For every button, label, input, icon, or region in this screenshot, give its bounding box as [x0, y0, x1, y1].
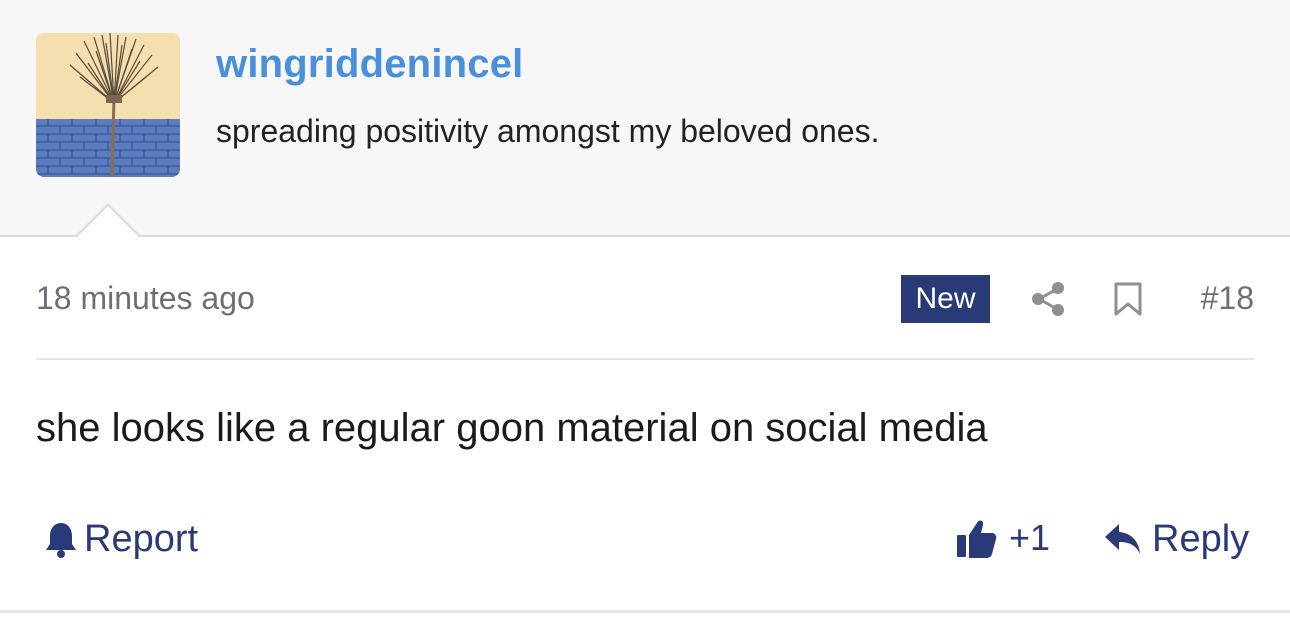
user-title: spreading positivity amongst my beloved …	[216, 113, 880, 149]
post-timestamp[interactable]: 18 minutes ago	[36, 280, 255, 317]
avatar-image	[36, 33, 180, 177]
share-icon[interactable]	[1030, 281, 1066, 317]
avatar[interactable]	[36, 33, 180, 177]
forum-post: wingriddenincel spreading positivity amo…	[0, 0, 1290, 631]
bookmark-icon[interactable]	[1113, 282, 1143, 316]
reply-arrow-icon	[1105, 524, 1140, 554]
like-button[interactable]: +1	[955, 514, 1050, 562]
like-count: +1	[1009, 517, 1051, 558]
report-label: Report	[84, 517, 199, 560]
thumbs-up-icon	[957, 520, 997, 558]
reply-label: Reply	[1152, 517, 1250, 560]
user-info-block: wingriddenincel spreading positivity amo…	[0, 0, 1290, 238]
new-badge: New	[901, 275, 990, 323]
post-body-text: she looks like a regular goon material o…	[36, 406, 988, 450]
post-bottom-border	[0, 610, 1290, 613]
username-link[interactable]: wingriddenincel	[216, 42, 523, 87]
reply-button[interactable]: Reply	[1104, 515, 1249, 563]
bell-icon	[46, 523, 76, 558]
divider	[36, 358, 1254, 360]
report-button[interactable]: Report	[44, 515, 198, 563]
post-number-link[interactable]: #18	[1190, 280, 1254, 317]
